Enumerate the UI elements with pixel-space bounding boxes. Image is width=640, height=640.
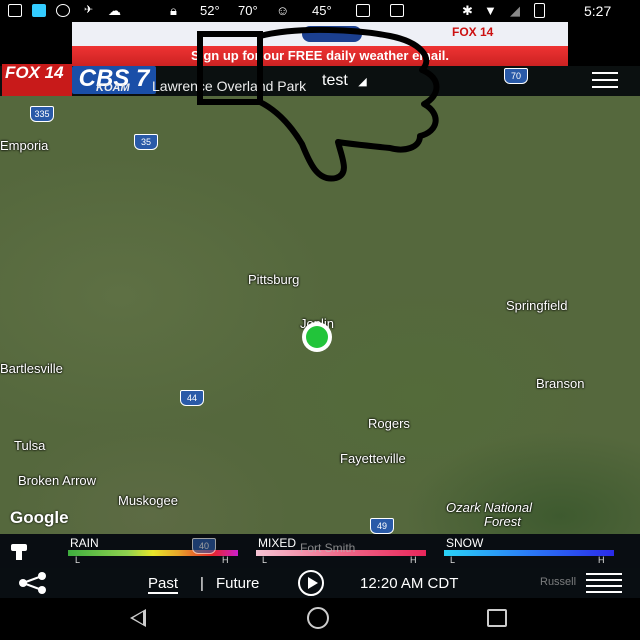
share-icon[interactable] xyxy=(16,571,50,595)
status-bar: ✈ ☁ 🔒︎ 52° 70° ☺ 45° ✱ ▼ ◢ 5:27 xyxy=(0,0,640,22)
info-icon xyxy=(56,4,70,17)
past-toggle[interactable]: Past xyxy=(148,575,179,594)
satellite-icon: ✈ xyxy=(84,4,94,16)
fox-logo: FOX 14 xyxy=(2,64,72,96)
message-icon xyxy=(8,4,22,17)
city-label: Russell xyxy=(540,576,577,588)
city-label: Fort Smith xyxy=(300,541,356,555)
legend-key-icon[interactable] xyxy=(8,540,30,562)
city-label: Springfield xyxy=(506,298,568,313)
legend-rain-low: L xyxy=(75,555,81,565)
layers-icon[interactable] xyxy=(586,573,622,595)
koam-logo: KOAM xyxy=(96,82,130,94)
future-toggle[interactable]: Future xyxy=(216,575,259,592)
google-attribution: Google xyxy=(10,508,69,527)
play-icon xyxy=(308,577,318,589)
legend-snow-label: SNOW xyxy=(446,536,484,550)
hamburger-menu-icon[interactable] xyxy=(592,72,618,88)
city-label: Ozark National xyxy=(446,500,532,515)
status-temp-3: 45° xyxy=(312,3,332,18)
legend-rain-high: H xyxy=(222,555,229,565)
wifi-icon: ▼ xyxy=(484,3,497,18)
signal-icon: ◢ xyxy=(510,3,520,18)
city-label: Emporia xyxy=(0,138,49,153)
city-label: Pittsburg xyxy=(248,272,300,287)
city-label: Rogers xyxy=(368,416,410,431)
precip-legend: RAIN L H 40 MIXED L H Fort Smith SNOW L … xyxy=(0,534,640,568)
city-label: Branson xyxy=(536,376,585,391)
interstate-shield-49: 49 xyxy=(370,518,394,534)
interstate-shield-40: 40 xyxy=(192,538,216,554)
home-button[interactable] xyxy=(307,607,329,629)
recent-apps-button[interactable] xyxy=(487,609,507,627)
lock-icon: 🔒︎ xyxy=(170,3,177,18)
legend-mixed-low: L xyxy=(262,555,268,565)
legend-snow-low: L xyxy=(450,555,456,565)
status-temp-2: 70° xyxy=(238,3,258,18)
interstate-shield-35: 35 xyxy=(134,134,158,150)
interstate-shield-70: 70 xyxy=(504,68,528,84)
ad-fox-logo: FOX 14 xyxy=(452,25,494,39)
android-icon: ☺ xyxy=(276,3,290,18)
weather-icon: ☁ xyxy=(108,3,121,18)
inbox-icon xyxy=(356,4,370,17)
toggle-separator: | xyxy=(200,575,204,592)
status-time: 5:27 xyxy=(584,3,612,19)
interstate-shield-335: 335 xyxy=(30,106,54,122)
legend-mixed-label: MIXED xyxy=(258,536,297,550)
city-label: Broken Arrow xyxy=(18,473,97,488)
city-label: Muskogee xyxy=(118,493,178,508)
app-notification-icon xyxy=(32,4,46,17)
current-location-marker[interactable] xyxy=(302,322,332,352)
legend-mixed-high: H xyxy=(410,555,417,565)
city-label: Bartlesville xyxy=(0,361,63,376)
thumbs-down-drawing xyxy=(197,26,440,182)
status-temp-1: 52° xyxy=(200,3,220,18)
city-label: Forest xyxy=(484,514,521,529)
play-button[interactable] xyxy=(298,570,324,596)
interstate-shield-44: 44 xyxy=(180,390,204,406)
radar-timestamp: 12:20 AM CDT xyxy=(360,575,459,592)
back-button[interactable] xyxy=(130,609,146,627)
city-label: Fayetteville xyxy=(340,451,406,466)
briefcase-icon xyxy=(390,4,404,17)
bluetooth-icon: ✱ xyxy=(462,3,473,18)
legend-rain-label: RAIN xyxy=(70,536,99,550)
battery-icon xyxy=(534,3,545,18)
city-label: Tulsa xyxy=(14,438,46,453)
legend-snow-high: H xyxy=(598,555,605,565)
legend-snow-bar xyxy=(444,550,614,556)
